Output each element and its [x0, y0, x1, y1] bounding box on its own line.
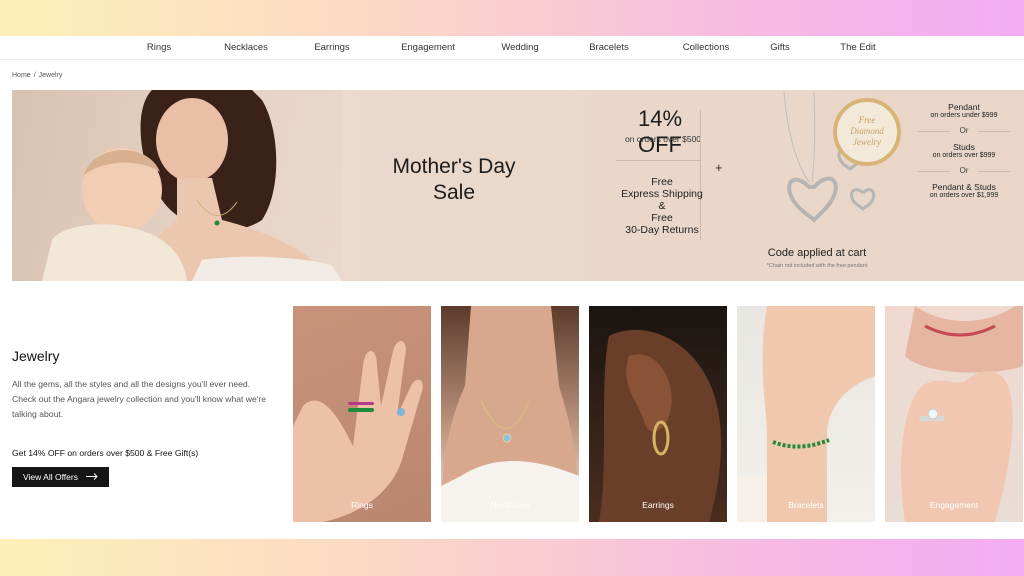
rings-photo [293, 340, 423, 522]
or-divider: Or [916, 166, 1012, 175]
hero-title: Mother's Day Sale [364, 154, 544, 206]
engagement-photo [901, 306, 1023, 522]
section-description: All the gems, all the styles and all the… [12, 379, 267, 419]
gift-option-condition: on orders under $999 [930, 112, 998, 119]
view-all-offers-button[interactable]: View All Offers [12, 467, 109, 487]
nav-earrings[interactable]: Earrings [294, 42, 370, 53]
gift-option: Studs on orders over $999 [916, 142, 1012, 159]
necklaces-photo [441, 306, 579, 522]
gift-option-title: Pendant & Studs [932, 182, 996, 192]
arrow-right-icon [85, 472, 98, 482]
gift-options: Pendant on orders under $999 Or Studs on… [916, 102, 1012, 199]
shipping-line: Express Shipping [621, 188, 703, 200]
nav-gifts[interactable]: Gifts [748, 42, 812, 53]
breadcrumb-home[interactable]: Home [12, 72, 31, 79]
category-tile-bracelets[interactable]: Bracelets [737, 306, 875, 522]
main-nav: Rings Necklaces Earrings Engagement Wedd… [0, 36, 1024, 60]
offer-divider [616, 160, 700, 161]
gift-option-title: Studs [953, 142, 975, 152]
hero-subtitle: Sale [432, 181, 476, 204]
badge-line: Diamond [849, 126, 884, 136]
gift-option-condition: on orders over $999 [932, 152, 996, 159]
view-all-offers-label: View All Offers [23, 472, 78, 482]
category-tile-rings[interactable]: Rings [293, 306, 431, 522]
nav-necklaces[interactable]: Necklaces [198, 42, 294, 53]
category-label: Rings [351, 500, 373, 510]
breadcrumb: Home / Jewelry [12, 72, 62, 79]
category-tile-earrings[interactable]: Earrings [589, 306, 727, 522]
breadcrumb-separator: / [33, 72, 36, 79]
category-tile-engagement[interactable]: Engagement [885, 306, 1023, 522]
section-offer: Get 14% OFF on orders over $500 & Free G… [12, 448, 199, 458]
badge-line: Jewelry [853, 137, 881, 147]
hero-photo-mother-baby [12, 90, 342, 281]
hero-banner[interactable]: Mother's Day Sale 14% OFF on orders over… [12, 90, 1024, 281]
earrings-photo [599, 329, 722, 522]
hero-title-text: Mother's Day [392, 155, 516, 178]
offer-percent: 14% OFF [637, 106, 683, 157]
shipping-line: & [658, 200, 666, 212]
category-label: Necklaces [490, 500, 530, 510]
nav-the-edit[interactable]: The Edit [812, 42, 904, 53]
shipping-line: Free [651, 212, 673, 224]
nav-collections[interactable]: Collections [664, 42, 748, 53]
gift-option-title: Pendant [948, 102, 980, 112]
code-footnote: *Chain not included with the free pendan… [766, 263, 868, 269]
code-applied-text: Code applied at cart [767, 247, 867, 259]
plus-sign: + [715, 160, 723, 175]
or-divider: Or [916, 126, 1012, 135]
page: Rings Necklaces Earrings Engagement Wedd… [0, 36, 1024, 539]
category-tile-necklaces[interactable]: Necklaces [441, 306, 579, 522]
nav-engagement[interactable]: Engagement [370, 42, 486, 53]
category-label: Earrings [642, 500, 674, 510]
badge-line: Free [858, 115, 876, 125]
section-title: Jewelry [12, 348, 60, 364]
gift-option: Pendant on orders under $999 [916, 102, 1012, 119]
free-pendant-image: Free Diamond Jewelry [754, 91, 904, 242]
bracelets-photo [737, 306, 875, 522]
nav-wedding[interactable]: Wedding [486, 42, 554, 53]
shipping-line: Free [651, 176, 673, 188]
breadcrumb-current: Jewelry [38, 72, 63, 79]
offer-condition: on orders over $500 [624, 134, 702, 144]
category-label: Bracelets [788, 500, 824, 510]
nav-bracelets[interactable]: Bracelets [554, 42, 664, 53]
category-label: Engagement [929, 500, 979, 510]
gift-option-condition: on orders over $1,999 [929, 192, 999, 199]
nav-rings[interactable]: Rings [120, 42, 198, 53]
gift-option: Pendant & Studs on orders over $1,999 [916, 182, 1012, 199]
shipping-line: 30-Day Returns [625, 224, 699, 236]
shipping-offer: Free Express Shipping & Free 30-Day Retu… [612, 176, 712, 236]
